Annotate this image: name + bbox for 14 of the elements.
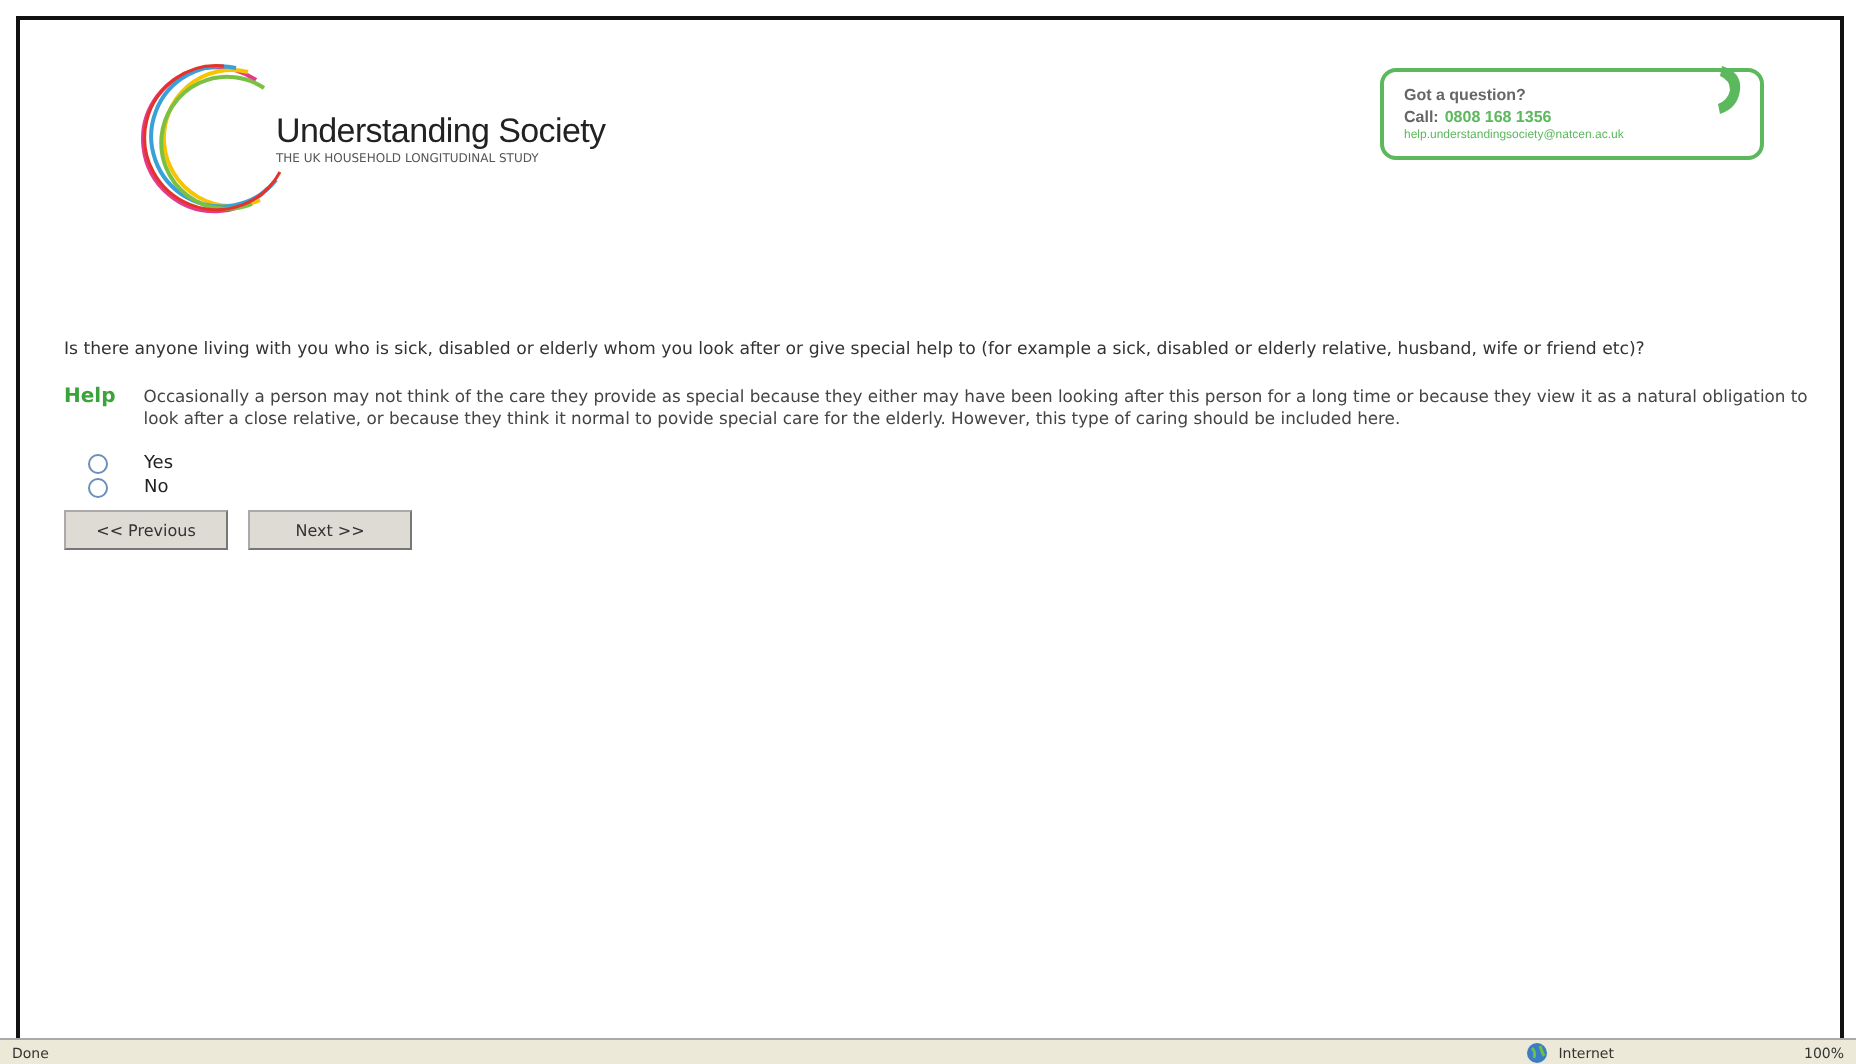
nav-button[interactable]: << Previous (64, 510, 228, 550)
radio-button[interactable] (88, 478, 108, 498)
contact-heading: Got a question? (1404, 86, 1528, 104)
logo-title: Understanding Society (276, 111, 606, 151)
help-label: Help (64, 386, 116, 412)
radio-button[interactable] (88, 454, 108, 474)
globe-icon (1526, 1042, 1549, 1064)
question-text: Is there anyone living with you who is sick, disabled or elderly whom you look after or give special help to (for example a sick, disabled or elderly relative, husband, wife or friend etc)? (64, 340, 1647, 362)
call-label: Call: (1404, 108, 1439, 126)
phone-number: 0808 168 1356 (1444, 108, 1552, 126)
option-label: No (144, 478, 169, 498)
help-text: Occasionally a person may not think of the care they provide as special because they either may have been looking after this person for a long time or because they view it as a natural obligation to look after a close relative, or because they think it normal to povide special care for the elderly. However, this type of caring should be included here. (143, 386, 1810, 430)
option-label: Yes (144, 454, 174, 474)
nav-button[interactable]: Next >> (248, 510, 412, 550)
